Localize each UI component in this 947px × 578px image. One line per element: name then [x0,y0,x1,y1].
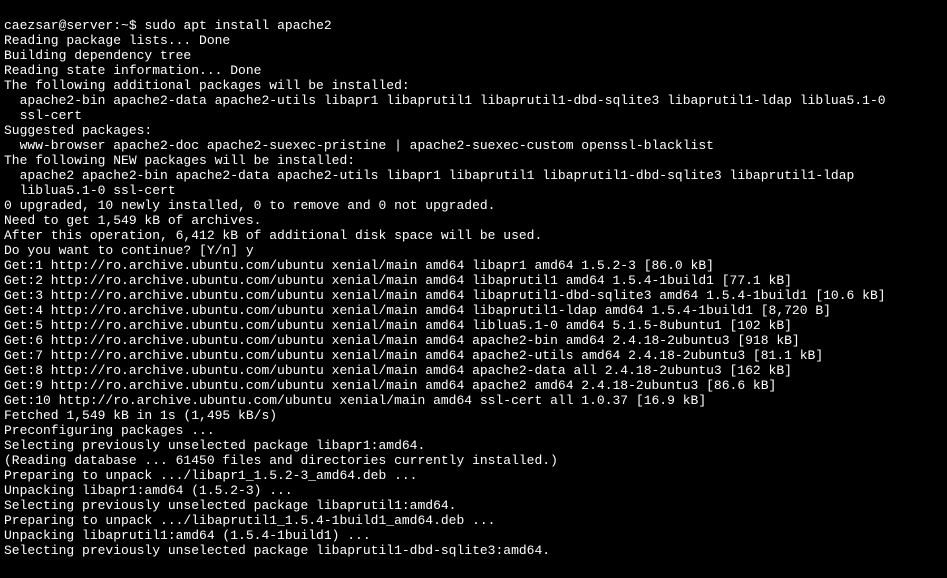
output-line: After this operation, 6,412 kB of additi… [4,228,943,243]
output-line: Preconfiguring packages ... [4,423,943,438]
output-line: Reading package lists... Done [4,33,943,48]
output-line: ssl-cert [4,108,943,123]
output-line: Preparing to unpack .../libaprutil1_1.5.… [4,513,943,528]
output-line: Do you want to continue? [Y/n] y [4,243,943,258]
output-line: Selecting previously unselected package … [4,438,943,453]
output-line: Suggested packages: [4,123,943,138]
output-line: apache2-bin apache2-data apache2-utils l… [4,93,943,108]
output-line: Selecting previously unselected package … [4,543,943,558]
output-line: Get:8 http://ro.archive.ubuntu.com/ubunt… [4,363,943,378]
output-line: The following NEW packages will be insta… [4,153,943,168]
prompt-user-host: caezsar@server [4,18,113,33]
output-line: liblua5.1-0 ssl-cert [4,183,943,198]
command-text: sudo apt install apache2 [144,18,331,33]
output-line: (Reading database ... 61450 files and di… [4,453,943,468]
output-line: Get:7 http://ro.archive.ubuntu.com/ubunt… [4,348,943,363]
output-line: Get:4 http://ro.archive.ubuntu.com/ubunt… [4,303,943,318]
output-line: Get:10 http://ro.archive.ubuntu.com/ubun… [4,393,943,408]
output-line: Need to get 1,549 kB of archives. [4,213,943,228]
output-line: Reading state information... Done [4,63,943,78]
output-line: Fetched 1,549 kB in 1s (1,495 kB/s) [4,408,943,423]
terminal-window[interactable]: caezsar@server:~$ sudo apt install apach… [0,0,947,576]
output-line: Get:5 http://ro.archive.ubuntu.com/ubunt… [4,318,943,333]
prompt-symbol: $ [129,18,137,33]
output-line: The following additional packages will b… [4,78,943,93]
output-line: Get:3 http://ro.archive.ubuntu.com/ubunt… [4,288,943,303]
output-line: Preparing to unpack .../libapr1_1.5.2-3_… [4,468,943,483]
output-line: Get:2 http://ro.archive.ubuntu.com/ubunt… [4,273,943,288]
prompt-line: caezsar@server:~$ sudo apt install apach… [4,18,943,33]
output-line: 0 upgraded, 10 newly installed, 0 to rem… [4,198,943,213]
output-line: apache2 apache2-bin apache2-data apache2… [4,168,943,183]
output-line: Unpacking libaprutil1:amd64 (1.5.4-1buil… [4,528,943,543]
prompt-path: ~ [121,18,129,33]
output-line: Get:6 http://ro.archive.ubuntu.com/ubunt… [4,333,943,348]
output-line: Unpacking libapr1:amd64 (1.5.2-3) ... [4,483,943,498]
output-line: Get:1 http://ro.archive.ubuntu.com/ubunt… [4,258,943,273]
output-line: Get:9 http://ro.archive.ubuntu.com/ubunt… [4,378,943,393]
output-line: Building dependency tree [4,48,943,63]
output-line: Selecting previously unselected package … [4,498,943,513]
output-line: www-browser apache2-doc apache2-suexec-p… [4,138,943,153]
